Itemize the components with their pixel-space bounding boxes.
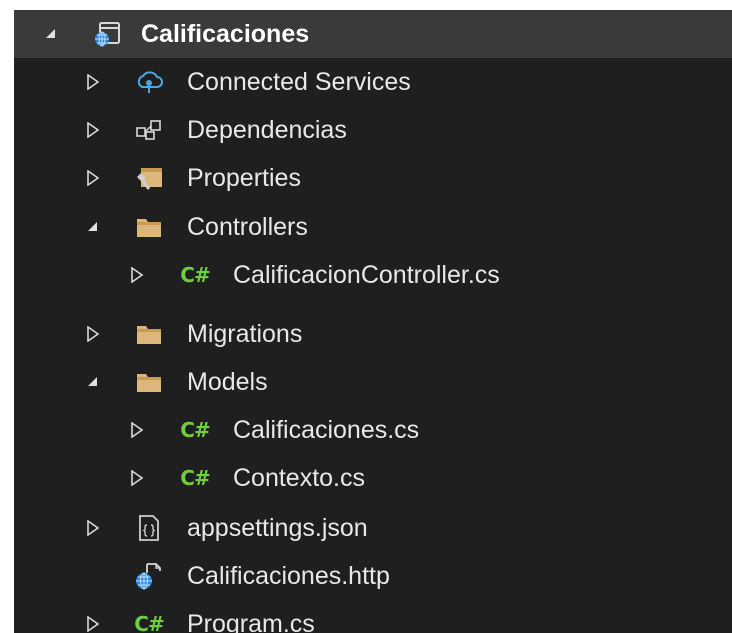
collapsed-arrow-icon[interactable] <box>82 516 104 540</box>
tree-item-calificacioncontroller-cs[interactable]: C# CalificacionController.cs <box>14 251 732 299</box>
tree-item-appsettings-json[interactable]: appsettings.json <box>14 504 732 552</box>
folder-icon <box>134 368 164 396</box>
tree-item-program-cs[interactable]: C# Program.cs <box>14 600 732 633</box>
tree-item-label: Properties <box>187 164 301 192</box>
tree-item-controllers[interactable]: Controllers <box>14 203 732 251</box>
folder-icon <box>134 213 164 241</box>
expanded-arrow-icon[interactable] <box>40 22 62 46</box>
properties-folder-icon <box>134 164 164 192</box>
tree-item-connected-services[interactable]: Connected Services <box>14 58 732 106</box>
tree-item-label: Dependencias <box>187 116 347 144</box>
connected-services-icon <box>134 68 164 96</box>
web-project-icon <box>92 20 122 48</box>
tree-item-dependencias[interactable]: Dependencias <box>14 106 732 154</box>
tree-item-project-calificaciones[interactable]: Calificaciones <box>14 10 732 58</box>
tree-item-label: CalificacionController.cs <box>233 261 500 289</box>
tree-item-label: Calificaciones.http <box>187 562 390 590</box>
collapsed-arrow-icon[interactable] <box>126 418 148 442</box>
tree-item-contexto-cs[interactable]: C# Contexto.cs <box>14 454 732 502</box>
tree-item-properties[interactable]: Properties <box>14 154 732 202</box>
collapsed-arrow-icon[interactable] <box>82 322 104 346</box>
csharp-file-icon: C# <box>134 612 164 633</box>
collapsed-arrow-icon[interactable] <box>82 118 104 142</box>
tree-item-label: appsettings.json <box>187 514 368 542</box>
csharp-file-icon: C# <box>180 418 210 442</box>
csharp-file-icon: C# <box>180 466 210 490</box>
collapsed-arrow-icon[interactable] <box>82 166 104 190</box>
dependencies-icon <box>134 116 164 144</box>
tree-item-label: Controllers <box>187 213 308 241</box>
http-file-icon <box>134 562 164 590</box>
tree-item-migrations[interactable]: Migrations <box>14 310 732 358</box>
tree-item-label: Program.cs <box>187 610 315 633</box>
expanded-arrow-icon[interactable] <box>82 215 104 239</box>
solution-explorer-panel: Calificaciones Connected Services Depend… <box>14 10 732 633</box>
collapsed-arrow-icon[interactable] <box>82 70 104 94</box>
tree-item-label: Connected Services <box>187 68 411 96</box>
json-file-icon <box>134 514 164 542</box>
csharp-file-icon: C# <box>180 263 210 287</box>
tree-item-label: Models <box>187 368 268 396</box>
tree-item-calificaciones-http[interactable]: Calificaciones.http <box>14 552 732 600</box>
tree-item-label: Calificaciones.cs <box>233 416 420 444</box>
tree-item-label: Calificaciones <box>141 20 310 48</box>
tree-item-calificaciones-cs[interactable]: C# Calificaciones.cs <box>14 406 732 454</box>
collapsed-arrow-icon[interactable] <box>126 263 148 287</box>
tree-item-label: Migrations <box>187 320 303 348</box>
collapsed-arrow-icon[interactable] <box>126 466 148 490</box>
folder-icon <box>134 320 164 348</box>
collapsed-arrow-icon[interactable] <box>82 612 104 633</box>
expanded-arrow-icon[interactable] <box>82 370 104 394</box>
tree-item-label: Contexto.cs <box>233 464 366 492</box>
tree-item-models[interactable]: Models <box>14 358 732 406</box>
